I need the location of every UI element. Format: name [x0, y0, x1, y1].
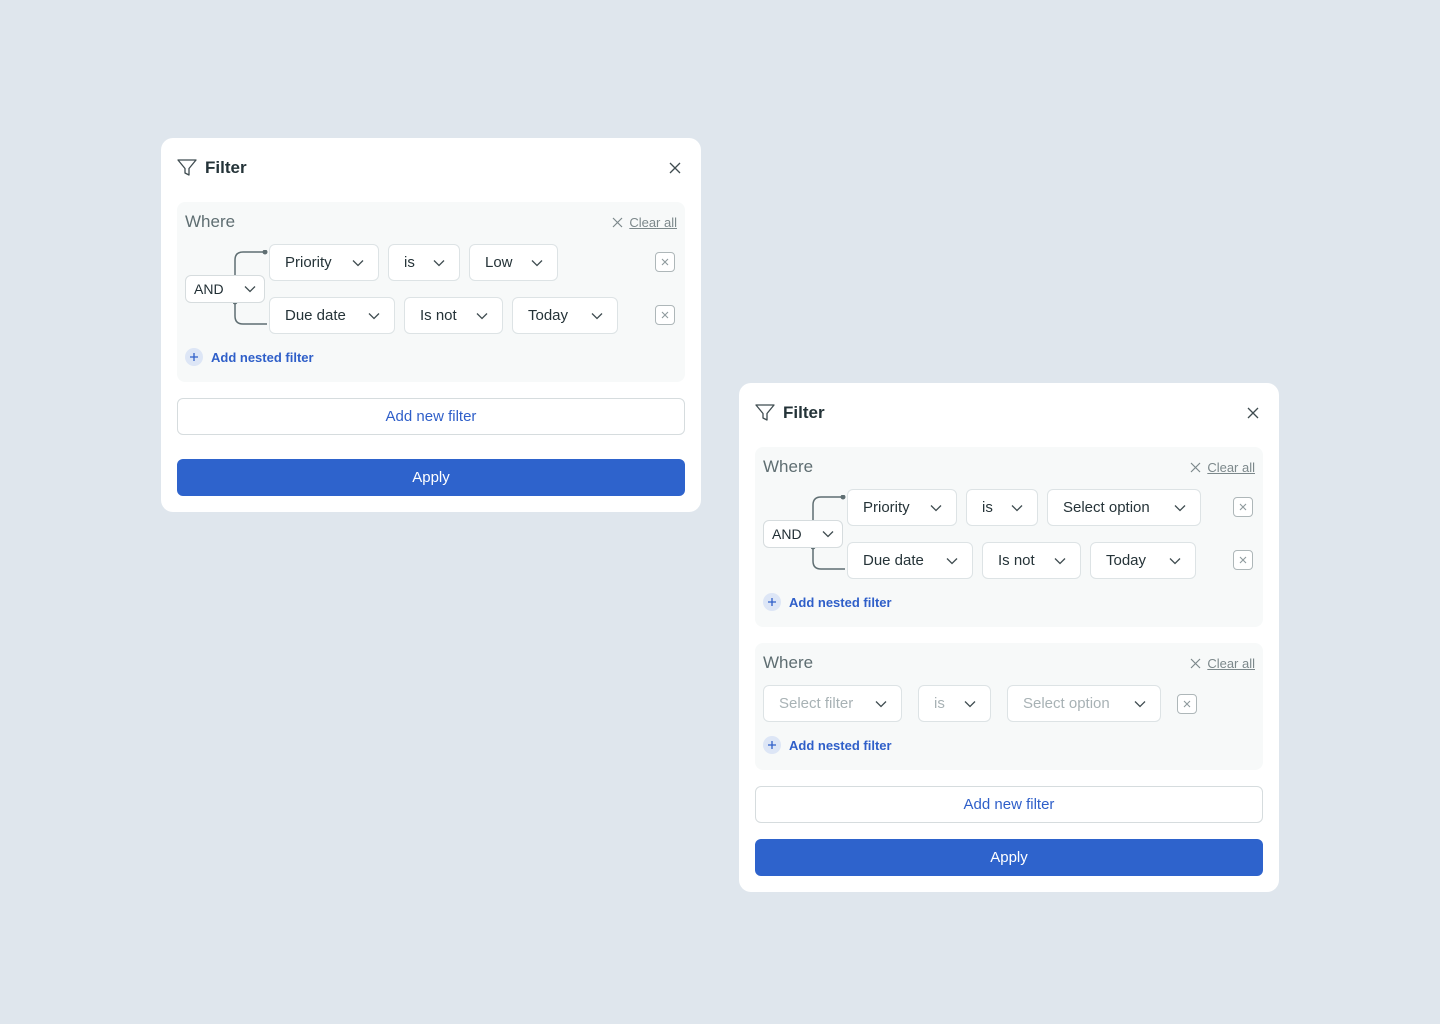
- where-group: Where Clear all Select filter is Select …: [755, 643, 1263, 770]
- clear-all-button[interactable]: Clear all: [612, 215, 677, 230]
- filter-row: Priority is Low: [269, 244, 567, 281]
- operator-select[interactable]: Is not: [982, 542, 1081, 579]
- value-select[interactable]: Select option: [1047, 489, 1201, 526]
- where-group: Where Clear all AND Priority: [755, 447, 1263, 627]
- remove-row-button[interactable]: [1233, 497, 1253, 517]
- filter-panel: Filter Where Clear all AND: [161, 138, 701, 512]
- remove-row-button[interactable]: [1233, 550, 1253, 570]
- filter-row: Select filter is Select option: [763, 685, 1255, 722]
- panel-title: Filter: [205, 158, 247, 177]
- add-new-filter-button[interactable]: Add new filter: [177, 398, 685, 435]
- close-icon: [661, 311, 669, 319]
- close-icon: [661, 258, 669, 266]
- close-icon: [1183, 700, 1191, 707]
- plus-icon: [763, 593, 781, 611]
- panel-title: Filter: [783, 403, 825, 422]
- chevron-down-icon: [1174, 504, 1186, 512]
- value-select[interactable]: Today: [1090, 542, 1196, 579]
- chevron-down-icon: [591, 312, 603, 320]
- clear-all-label: Clear all: [1207, 459, 1255, 475]
- field-select[interactable]: Priority: [269, 244, 379, 281]
- clear-all-label: Clear all: [1207, 655, 1255, 671]
- field-select[interactable]: Select filter: [763, 685, 902, 722]
- add-new-filter-button[interactable]: Add new filter: [755, 786, 1263, 823]
- condition-group: AND Priority is Select option Due date I…: [763, 489, 1255, 579]
- chevron-down-icon: [875, 700, 887, 708]
- operator-select[interactable]: is: [388, 244, 460, 281]
- filter-row: Due date Is not Today: [847, 542, 1205, 579]
- remove-row-button[interactable]: [655, 305, 675, 325]
- add-nested-filter-button[interactable]: Add nested filter: [763, 593, 892, 611]
- add-nested-filter-button[interactable]: Add nested filter: [763, 736, 892, 754]
- plus-icon: [185, 348, 203, 366]
- operator-select[interactable]: is: [918, 685, 991, 722]
- close-icon[interactable]: [1243, 403, 1263, 423]
- logic-select-value: AND: [194, 281, 224, 297]
- chevron-down-icon: [1134, 700, 1146, 708]
- logic-select[interactable]: AND: [763, 520, 843, 548]
- close-icon: [1239, 556, 1247, 564]
- clear-all-label: Clear all: [629, 214, 677, 230]
- chevron-down-icon: [964, 700, 976, 708]
- remove-row-button[interactable]: [1177, 693, 1197, 714]
- close-icon: [1190, 658, 1201, 668]
- operator-select[interactable]: Is not: [404, 297, 503, 334]
- where-label: Where: [763, 653, 814, 672]
- field-select[interactable]: Priority: [847, 489, 957, 526]
- field-select[interactable]: Due date: [847, 542, 973, 579]
- where-label: Where: [763, 457, 814, 476]
- panel-header: Filter: [755, 399, 1263, 427]
- remove-row-button[interactable]: [655, 252, 675, 272]
- apply-button[interactable]: Apply: [755, 839, 1263, 876]
- filter-icon: [755, 404, 775, 422]
- chevron-down-icon: [433, 259, 445, 267]
- filter-panel: Filter Where Clear all AND: [739, 383, 1279, 892]
- chevron-down-icon: [946, 557, 958, 565]
- clear-all-button[interactable]: Clear all: [1190, 656, 1255, 671]
- plus-icon: [763, 736, 781, 754]
- filter-icon: [177, 159, 197, 177]
- value-select[interactable]: Low: [469, 244, 558, 281]
- chevron-down-icon: [368, 312, 380, 320]
- chevron-down-icon: [1054, 557, 1066, 565]
- close-icon: [612, 217, 623, 227]
- where-group: Where Clear all AND Priority: [177, 202, 685, 382]
- add-nested-filter-button[interactable]: Add nested filter: [185, 348, 314, 366]
- field-select[interactable]: Due date: [269, 297, 395, 334]
- chevron-down-icon: [476, 312, 488, 320]
- chevron-down-icon: [822, 531, 834, 538]
- chevron-down-icon: [352, 259, 364, 267]
- close-icon[interactable]: [665, 158, 685, 178]
- close-icon: [1239, 503, 1247, 511]
- chevron-down-icon: [930, 504, 942, 512]
- condition-group: AND Priority is Low Due date Is not Toda…: [185, 244, 677, 334]
- chevron-down-icon: [244, 286, 256, 293]
- value-select[interactable]: Today: [512, 297, 618, 334]
- chevron-down-icon: [531, 259, 543, 267]
- logic-select-value: AND: [772, 526, 802, 542]
- apply-button[interactable]: Apply: [177, 459, 685, 496]
- operator-select[interactable]: is: [966, 489, 1038, 526]
- value-select[interactable]: Select option: [1007, 685, 1161, 722]
- close-icon: [1190, 462, 1201, 472]
- where-label: Where: [185, 212, 236, 231]
- panel-header: Filter: [177, 154, 685, 182]
- filter-row: Due date Is not Today: [269, 297, 627, 334]
- clear-all-button[interactable]: Clear all: [1190, 460, 1255, 475]
- chevron-down-icon: [1011, 504, 1023, 512]
- logic-select[interactable]: AND: [185, 275, 265, 303]
- chevron-down-icon: [1169, 557, 1181, 565]
- filter-row: Priority is Select option: [847, 489, 1210, 526]
